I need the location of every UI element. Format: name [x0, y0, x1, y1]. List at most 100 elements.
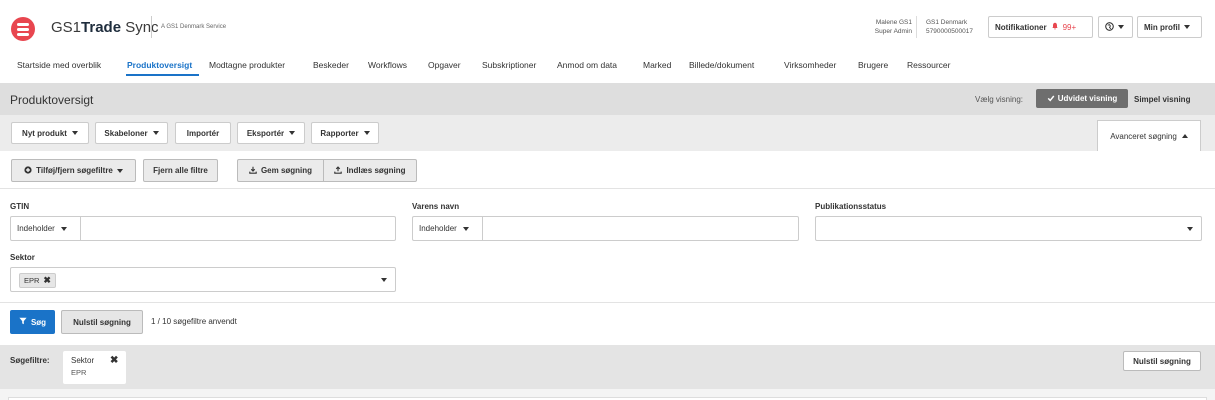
- gtin-operator-value: Indeholder: [17, 224, 55, 233]
- reset-search-button-secondary[interactable]: Nulstil søgning: [1123, 351, 1201, 371]
- nav-active-indicator: [126, 74, 199, 76]
- nav-item-request-data[interactable]: Anmod om data: [557, 60, 617, 70]
- chevron-down-icon: [152, 131, 159, 135]
- nav-item-companies[interactable]: Virksomheder: [784, 60, 836, 70]
- page-titlebar: Produktoversigt Vælg visning: Udvidet vi…: [0, 83, 1215, 115]
- nav-item-workflows[interactable]: Workflows: [368, 60, 407, 70]
- nav-item-received-products[interactable]: Modtagne produkter: [209, 60, 285, 70]
- templates-label: Skabeloner: [104, 128, 148, 138]
- nav-item-resources[interactable]: Ressourcer: [907, 60, 950, 70]
- main-nav: Startside med overblik Produktoversigt M…: [0, 52, 1215, 76]
- export-button[interactable]: Eksportér: [237, 122, 305, 144]
- load-search-button[interactable]: Indlæs søgning: [323, 159, 417, 182]
- org-gln: 5790000500017: [926, 28, 973, 35]
- search-label: Søg: [30, 317, 47, 327]
- language-button[interactable]: [1098, 16, 1133, 38]
- view-label: Vælg visning:: [975, 95, 1024, 104]
- simple-view-button[interactable]: Simpel visning: [1134, 95, 1190, 104]
- search-button[interactable]: Søg: [10, 310, 55, 334]
- user-role: Super Admin: [874, 28, 912, 35]
- nav-item-image-document[interactable]: Billede/dokument: [689, 60, 754, 70]
- remove-all-filters-label: Fjern alle filtre: [153, 166, 208, 175]
- user-info: Malene GS1 Super Admin: [875, 18, 912, 36]
- publication-status-select[interactable]: [815, 216, 1202, 241]
- import-label: Importér: [186, 128, 220, 138]
- import-button[interactable]: Importér: [175, 122, 231, 144]
- save-search-button[interactable]: Gem søgning: [237, 159, 324, 182]
- notifications-button[interactable]: Notifikationer 99+: [988, 16, 1093, 38]
- sector-label: Sektor: [10, 253, 35, 262]
- nav-item-messages[interactable]: Beskeder: [313, 60, 349, 70]
- product-name-label: Varens navn: [412, 202, 460, 211]
- gtin-operator-select[interactable]: Indeholder: [11, 217, 81, 240]
- gtin-label: GTIN: [10, 202, 30, 211]
- chevron-down-icon: [116, 168, 123, 173]
- active-filter-card: Sektor EPR ✖: [63, 351, 126, 384]
- brand-name[interactable]: GS1Trade Sync: [51, 19, 159, 36]
- nav-item-overview[interactable]: Startside med overblik: [17, 60, 101, 70]
- active-filters-bar: Søgefiltre: Sektor EPR ✖ Nulstil søgning: [0, 345, 1215, 389]
- close-icon[interactable]: ✖: [110, 355, 118, 366]
- filters-applied-count: 1 / 10 søgefiltre anvendt: [151, 317, 237, 326]
- product-name-field: Indeholder: [412, 216, 799, 241]
- nav-item-market[interactable]: Marked: [643, 60, 671, 70]
- chevron-down-icon: [60, 226, 67, 231]
- user-name: Malene GS1: [875, 19, 912, 26]
- add-remove-filters-label: Tilføj/fjern søgefiltre: [36, 166, 113, 175]
- nav-item-users[interactable]: Brugere: [858, 60, 888, 70]
- product-name-input[interactable]: [484, 217, 797, 240]
- chevron-down-icon: [1187, 227, 1193, 231]
- chevron-down-icon: [462, 226, 469, 231]
- chevron-down-icon: [381, 278, 387, 282]
- profile-button[interactable]: Min profil: [1137, 16, 1202, 38]
- gs1-logo-icon[interactable]: [11, 17, 35, 41]
- load-search-label: Indlæs søgning: [346, 166, 406, 175]
- page-title: Produktoversigt: [10, 93, 94, 107]
- remove-all-filters-button[interactable]: Fjern alle filtre: [143, 159, 218, 182]
- profile-label: Min profil: [1144, 22, 1180, 32]
- close-icon[interactable]: ✖: [43, 275, 51, 286]
- advanced-search-label: Avanceret søgning: [1110, 131, 1177, 141]
- chevron-down-icon: [1118, 25, 1124, 29]
- add-remove-filters-button[interactable]: Tilføj/fjern søgefiltre: [11, 159, 136, 182]
- active-filters-label: Søgefiltre:: [10, 356, 50, 365]
- reset-search-button[interactable]: Nulstil søgning: [61, 310, 143, 334]
- filter-actions-row: Tilføj/fjern søgefiltre Fjern alle filtr…: [0, 151, 1215, 189]
- save-search-label: Gem søgning: [260, 166, 313, 175]
- product-name-operator-value: Indeholder: [419, 224, 457, 233]
- templates-button[interactable]: Skabeloner: [95, 122, 168, 144]
- publication-status-label: Publikationsstatus: [815, 202, 887, 211]
- active-filter-value: EPR: [71, 368, 87, 377]
- download-icon: [249, 166, 257, 176]
- check-icon: [1047, 94, 1055, 104]
- divider: [0, 302, 1215, 303]
- product-toolbar: Nyt produkt Skabeloner Importér Eksporté…: [0, 115, 1215, 151]
- notifications-label: Notifikationer: [995, 22, 1047, 32]
- app-header: GS1Trade Sync A GS1 Denmark Service Male…: [0, 0, 1215, 52]
- product-name-operator-select[interactable]: Indeholder: [413, 217, 483, 240]
- notifications-count: 99+: [1062, 22, 1077, 32]
- extended-view-button[interactable]: Udvidet visning: [1036, 89, 1128, 108]
- reports-button[interactable]: Rapporter: [311, 122, 379, 144]
- chevron-down-icon: [363, 131, 370, 135]
- plus-circle-icon: [24, 165, 32, 176]
- globe-icon: [1105, 21, 1114, 33]
- chevron-down-icon: [71, 131, 78, 135]
- extended-view-label: Udvidet visning: [1057, 94, 1118, 103]
- org-name: GS1 Denmark: [926, 19, 968, 26]
- brand-subtitle: A GS1 Denmark Service: [161, 24, 227, 30]
- advanced-search-tab[interactable]: Avanceret søgning: [1097, 120, 1201, 151]
- sector-select[interactable]: EPR ✖: [10, 267, 396, 292]
- upload-icon: [334, 165, 343, 176]
- nav-item-subscriptions[interactable]: Subskriptioner: [482, 60, 536, 70]
- bell-icon: [1051, 22, 1059, 32]
- sector-chip-label: EPR: [24, 276, 40, 285]
- new-product-label: Nyt produkt: [22, 128, 67, 138]
- nav-item-tasks[interactable]: Opgaver: [428, 60, 461, 70]
- gtin-input[interactable]: [82, 217, 394, 240]
- org-info: GS1 Denmark 5790000500017: [926, 18, 973, 36]
- export-label: Eksportér: [246, 128, 285, 138]
- new-product-button[interactable]: Nyt produkt: [11, 122, 89, 144]
- reports-label: Rapporter: [320, 128, 359, 138]
- nav-item-product-overview[interactable]: Produktoversigt: [127, 60, 192, 70]
